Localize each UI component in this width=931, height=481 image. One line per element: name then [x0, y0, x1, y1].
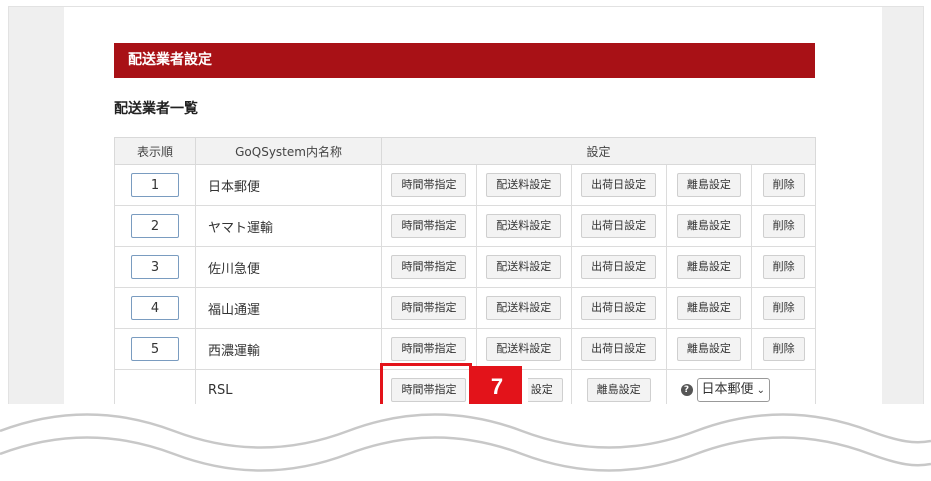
shipping-fee-button[interactable]: 配送料設定	[486, 214, 562, 238]
page-header: 配送業者設定	[114, 43, 815, 78]
shipping-fee-button[interactable]: 配送料設定	[486, 173, 562, 197]
shipping-fee-button[interactable]: 配送料設定	[486, 255, 562, 279]
remote-island-button[interactable]: 離島設定	[586, 378, 651, 402]
remote-island-button[interactable]: 離島設定	[676, 296, 741, 320]
header-name: GoQSystem内名称	[195, 137, 383, 165]
delete-button[interactable]: 削除	[762, 337, 805, 361]
header-order: 表示順	[113, 137, 197, 165]
torn-edge	[0, 404, 931, 481]
shipping-fee-button[interactable]: 配送料設定	[486, 296, 562, 320]
remote-island-button[interactable]: 離島設定	[676, 255, 741, 279]
delete-button[interactable]: 削除	[762, 214, 805, 238]
time-slot-button[interactable]: 時間帯指定	[391, 255, 467, 279]
time-slot-button[interactable]: 時間帯指定	[391, 173, 467, 197]
ship-date-button[interactable]: 出荷日設定	[581, 255, 657, 279]
table-row: 1 日本郵便 時間帯指定 配送料設定 出荷日設定 離島設定 削除	[113, 164, 816, 206]
select-value: 日本郵便	[701, 382, 754, 397]
base-carrier-select[interactable]: 日本郵便 ⌄	[696, 378, 770, 402]
ship-date-button[interactable]: 出荷日設定	[581, 337, 657, 361]
table-header-row: 表示順 GoQSystem内名称 設定	[113, 137, 816, 165]
order-input[interactable]: 5	[131, 337, 179, 361]
table-row: 2 ヤマト運輸 時間帯指定 配送料設定 出荷日設定 離島設定 削除	[113, 205, 816, 247]
remote-island-button[interactable]: 離島設定	[676, 214, 741, 238]
carrier-name: 福山通運	[195, 287, 383, 329]
step-number: 7	[472, 366, 522, 408]
order-input[interactable]: 1	[131, 173, 179, 197]
ship-date-button[interactable]: 出荷日設定	[581, 214, 657, 238]
help-icon[interactable]: ?	[680, 384, 693, 396]
chevron-down-icon: ⌄	[756, 385, 765, 396]
carrier-name: ヤマト運輸	[195, 205, 383, 247]
ship-date-button[interactable]: 出荷日設定	[581, 296, 657, 320]
header-settings: 設定	[381, 137, 816, 165]
order-input[interactable]: 2	[131, 214, 179, 238]
delete-button[interactable]: 削除	[762, 173, 805, 197]
carrier-name: 西濃運輸	[195, 328, 383, 370]
shipping-fee-button[interactable]: 設定	[527, 378, 563, 402]
remote-island-button[interactable]: 離島設定	[676, 337, 741, 361]
ship-date-button[interactable]: 出荷日設定	[581, 173, 657, 197]
time-slot-button[interactable]: 時間帯指定	[391, 296, 467, 320]
time-slot-button[interactable]: 時間帯指定	[391, 337, 467, 361]
carrier-name: 日本郵便	[195, 164, 383, 206]
carrier-name: 佐川急便	[195, 246, 383, 288]
delete-button[interactable]: 削除	[762, 296, 805, 320]
remote-island-button[interactable]: 離島設定	[676, 173, 741, 197]
time-slot-button[interactable]: 時間帯指定	[391, 214, 467, 238]
table-row: 3 佐川急便 時間帯指定 配送料設定 出荷日設定 離島設定 削除	[113, 246, 816, 288]
shipping-fee-button[interactable]: 配送料設定	[486, 337, 562, 361]
order-input[interactable]: 3	[131, 255, 179, 279]
order-input[interactable]: 4	[131, 296, 179, 320]
delete-button[interactable]: 削除	[762, 255, 805, 279]
section-title: 配送業者一覧	[114, 101, 198, 117]
table-row: 4 福山通運 時間帯指定 配送料設定 出荷日設定 離島設定 削除	[113, 287, 816, 329]
